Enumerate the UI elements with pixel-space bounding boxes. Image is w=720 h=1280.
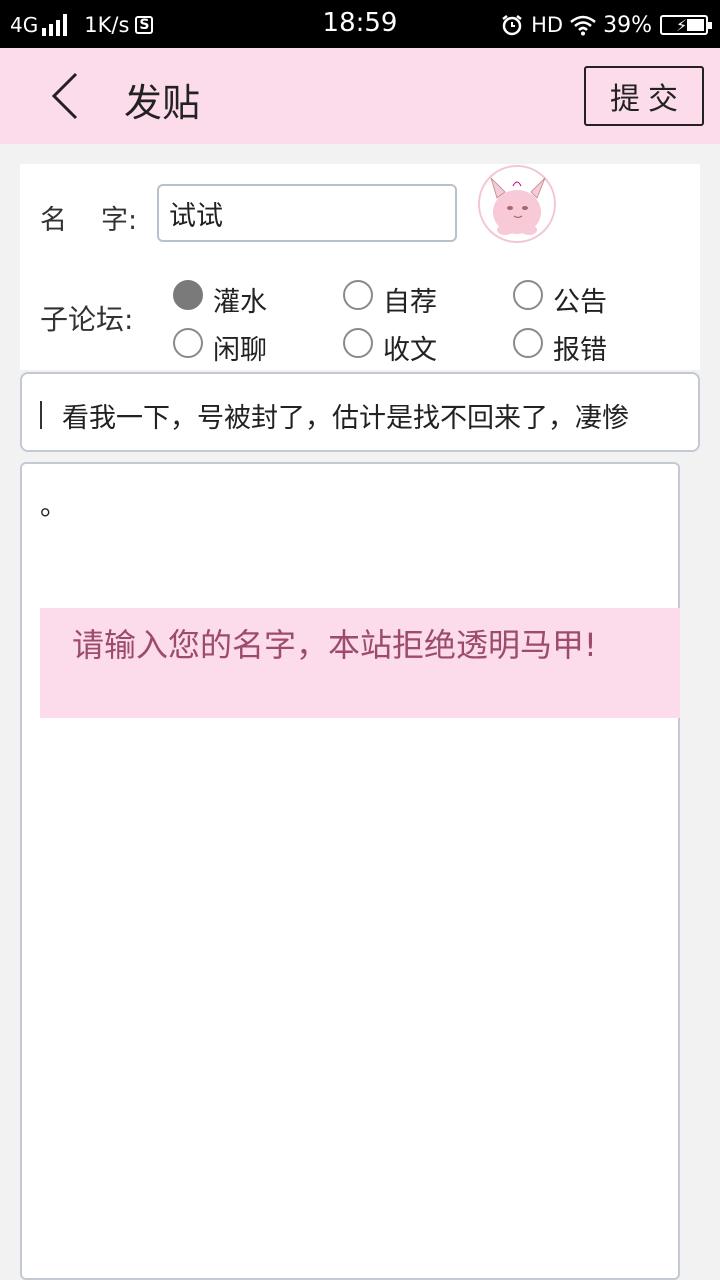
radio-circle <box>173 327 203 358</box>
subforum-label: 子论坛: <box>40 303 134 336</box>
hd-indicator: HD <box>531 13 564 37</box>
back-chevron-icon[interactable] <box>44 68 94 124</box>
radio-forum-baocuo[interactable]: 报错 <box>513 318 607 367</box>
battery-percent: 39% <box>603 12 652 38</box>
post-title-input[interactable]: 看我一下，号被封了，估计是找不回来了，凄惨 <box>20 372 700 452</box>
battery-fill <box>687 19 704 31</box>
page-title: 发贴 <box>124 81 201 125</box>
name-label: 名 字: <box>40 198 137 237</box>
wifi-icon <box>570 15 596 36</box>
charging-bolt-icon: ⚡ <box>676 16 688 35</box>
toast-message: 请输入您的名字，本站拒绝透明马甲! <box>40 608 680 718</box>
radio-circle <box>513 327 543 358</box>
radio-forum-zijian[interactable]: 自荐 <box>343 270 437 319</box>
clefairy-avatar-icon[interactable] <box>477 164 557 244</box>
status-bar: 4G 1K/s S 18:59 HD 39% ⚡ <box>0 0 720 48</box>
radio-label: 收文 <box>383 335 437 366</box>
app-header: 发贴 提交 <box>0 48 720 144</box>
submit-button[interactable]: 提交 <box>584 66 704 126</box>
radio-label: 闲聊 <box>213 335 267 366</box>
post-content-textarea[interactable]: 。 <box>20 462 680 1280</box>
radio-label: 灌水 <box>213 287 267 318</box>
name-input[interactable] <box>157 184 457 242</box>
radio-label: 公告 <box>553 287 607 318</box>
post-title-text: 看我一下，号被封了，估计是找不回来了，凄惨 <box>62 403 629 434</box>
status-right: HD 39% ⚡ <box>501 10 712 40</box>
radio-forum-shouwen[interactable]: 收文 <box>343 318 437 367</box>
text-caret <box>40 401 42 429</box>
post-form-card: 名 字: 子论坛: 灌水 自荐 公告 闲聊 收文 报错 <box>20 164 700 370</box>
post-content-text: 。 <box>40 491 67 522</box>
radio-circle <box>173 279 203 310</box>
radio-label: 自荐 <box>383 287 437 318</box>
radio-forum-gonggao[interactable]: 公告 <box>513 270 607 319</box>
radio-forum-xianliao[interactable]: 闲聊 <box>173 318 267 367</box>
radio-circle <box>343 327 373 358</box>
name-label-second: 字: <box>101 205 138 236</box>
toast-text: 请输入您的名字，本站拒绝透明马甲! <box>72 626 597 664</box>
battery-icon: ⚡ <box>660 15 712 35</box>
radio-circle <box>343 279 373 310</box>
radio-label: 报错 <box>553 335 607 366</box>
alarm-icon <box>502 15 522 36</box>
name-label-first: 名 <box>40 205 67 236</box>
radio-forum-guanshui[interactable]: 灌水 <box>173 270 267 319</box>
radio-circle <box>513 279 543 310</box>
